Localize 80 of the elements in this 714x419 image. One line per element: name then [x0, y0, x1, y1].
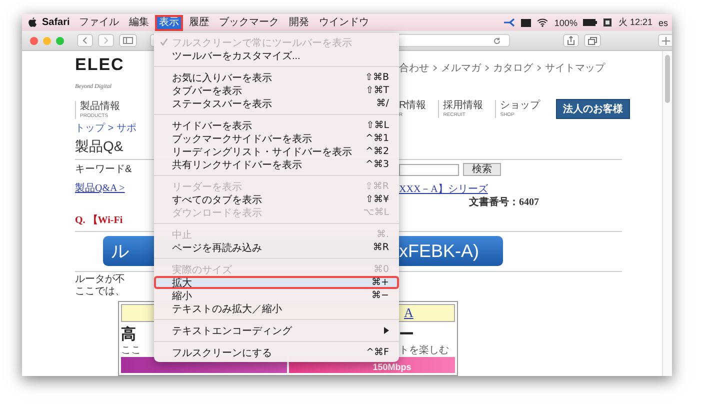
user-name[interactable]: es: [658, 18, 668, 28]
breadcrumb[interactable]: トップ > サポ: [75, 123, 154, 135]
page-heading: 製品Q&: [75, 138, 124, 154]
menu-title[interactable]: ブックマーク: [214, 14, 283, 30]
plus-icon: [662, 36, 670, 44]
corporate-button[interactable]: 法人のお客様: [556, 99, 630, 119]
new-tab-button[interactable]: [658, 34, 672, 47]
search-button[interactable]: 検索: [463, 163, 501, 176]
product-title: ー: [399, 325, 415, 345]
chevron-right-icon: [104, 37, 108, 44]
menu-title[interactable]: 表示: [154, 14, 183, 30]
category-link[interactable]: 製品Q&A >: [75, 183, 125, 194]
menu-title[interactable]: ファイル: [74, 14, 123, 30]
keyword-label: キーワード&: [75, 164, 133, 176]
intro-text: ルータが不: [75, 274, 126, 286]
menu-item[interactable]: ステータスバーを表示 ⌘/: [154, 97, 399, 110]
search-field[interactable]: [399, 164, 459, 176]
menu-item[interactable]: 拡大 ⌘+: [154, 276, 399, 289]
tabs-button[interactable]: [584, 34, 601, 47]
square-icon[interactable]: [603, 18, 612, 27]
battery-percent: 100%: [554, 18, 578, 28]
series-link[interactable]: XXX－A】シリーズ: [399, 184, 488, 196]
menu-item[interactable]: すべてのタブを表示 ⇧⌘¥: [154, 193, 399, 206]
display-icon[interactable]: [521, 18, 532, 26]
scrollbar[interactable]: [662, 51, 672, 376]
top-link[interactable]: メルマガ: [441, 61, 481, 75]
menu-item[interactable]: 縮小 ⌘−: [154, 289, 399, 302]
nav-label: R情報: [399, 100, 426, 112]
menu-item[interactable]: テキストエンコーディング: [154, 324, 399, 337]
menu-item[interactable]: ブックマークサイドバーを表示 ^⌘1: [154, 132, 399, 145]
site-logo[interactable]: ELEC: [75, 55, 124, 74]
reload-icon[interactable]: [493, 36, 501, 44]
menu-item[interactable]: ページを再読み込み ⌘R: [154, 241, 399, 254]
menu-item[interactable]: フルスクリーンにする ^⌘F: [154, 346, 399, 359]
intro-text: ここでは、: [75, 286, 126, 298]
submenu-arrow-icon: [384, 327, 389, 334]
speed-text: 150Mbps: [372, 362, 412, 373]
back-button[interactable]: [77, 34, 93, 47]
chevron-icon: [537, 65, 541, 71]
tabs-icon: [588, 36, 597, 44]
menu-item[interactable]: お気に入りバーを表示 ⇧⌘B: [154, 71, 399, 84]
header-link[interactable]: A: [400, 305, 454, 321]
chevron-icon: [485, 65, 489, 71]
product-caption: トを楽しむ: [399, 345, 450, 357]
menu-title[interactable]: 編集: [124, 14, 153, 30]
nav-label: 製品情報: [80, 101, 121, 113]
scrollbar-thumb[interactable]: [665, 55, 670, 103]
share-icon: [567, 36, 575, 45]
top-link[interactable]: サイトマップ: [545, 61, 605, 75]
menu-title[interactable]: 開発: [284, 14, 313, 30]
menu-item[interactable]: タブバーを表示 ⇧⌘T: [154, 84, 399, 97]
fork-icon[interactable]: [504, 18, 516, 27]
clock-text[interactable]: 火 12:21: [618, 16, 652, 29]
sidebar-button[interactable]: [119, 34, 137, 47]
top-link[interactable]: カタログ: [493, 61, 533, 75]
share-button[interactable]: [563, 34, 579, 47]
menu-item[interactable]: リーディングリスト・サイドバーを表示 ^⌘2: [154, 145, 399, 158]
nav-label: 採用情報: [443, 100, 484, 112]
wifi-icon[interactable]: [537, 18, 548, 27]
product-caption: ここ: [121, 345, 142, 357]
app-name[interactable]: Safari: [39, 17, 73, 28]
chevron-left-icon: [83, 37, 87, 44]
close-button[interactable]: [30, 36, 38, 44]
checkmark-icon: [160, 38, 168, 46]
nav-label: ショップ: [500, 100, 540, 112]
battery-icon[interactable]: [583, 19, 598, 26]
top-link[interactable]: 合わせ: [399, 61, 429, 75]
menu-title[interactable]: ウインドウ: [314, 14, 373, 30]
chevron-icon: [433, 65, 437, 71]
document-number: 文書番号：6407: [469, 197, 539, 209]
menu-item[interactable]: ツールバーをカスタマイズ...: [154, 49, 399, 62]
sidebar-icon: [123, 37, 133, 44]
question-title: Q. 【Wi-Fi: [75, 215, 123, 226]
menu-item[interactable]: サイドバーを表示 ⇧⌘L: [154, 119, 399, 132]
menu-item[interactable]: テキストのみ拡大／縮小: [154, 302, 399, 315]
menu-item[interactable]: 共有リンクサイドバーを表示 ^⌘3: [154, 158, 399, 171]
zoom-button[interactable]: [56, 36, 64, 44]
menu-title[interactable]: 履歴: [184, 14, 213, 30]
product-title: 高: [121, 325, 137, 345]
apple-icon[interactable]: [28, 17, 37, 28]
